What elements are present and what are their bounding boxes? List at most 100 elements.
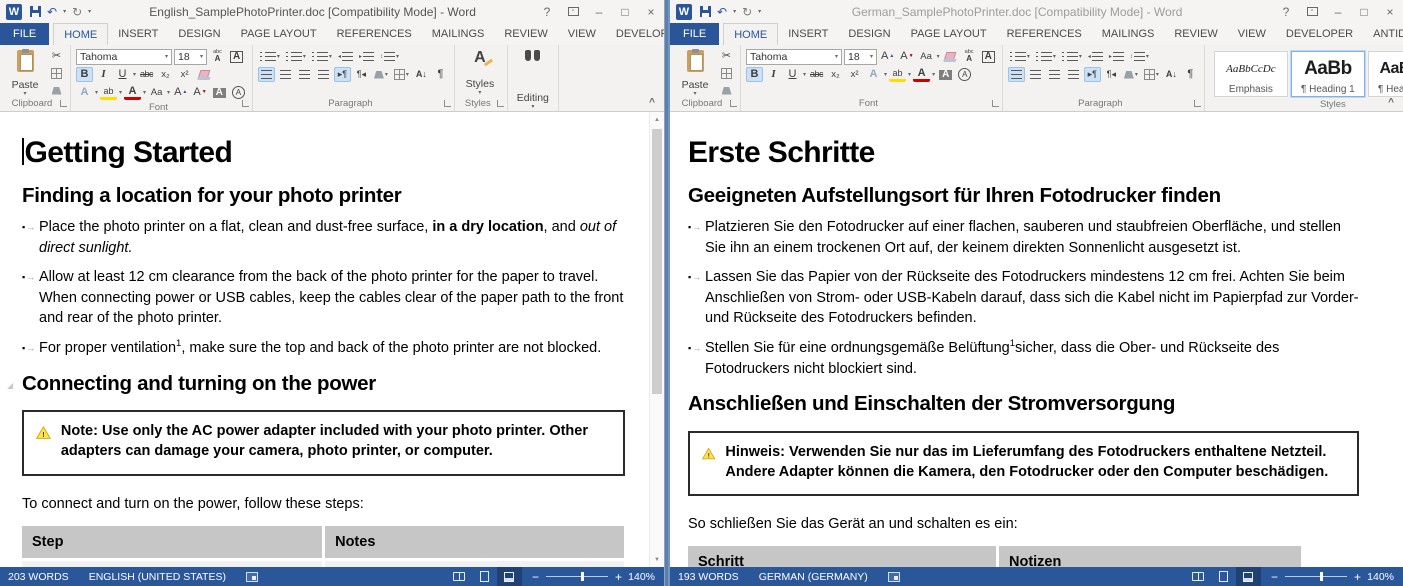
bold-button[interactable]: B — [76, 67, 93, 82]
shrink-font-button[interactable]: A▼ — [898, 49, 915, 64]
language-indicator[interactable]: ENGLISH (UNITED STATES) — [89, 571, 246, 583]
highlight-dropdown-icon[interactable]: ▾ — [908, 72, 911, 78]
font-color-dropdown-icon[interactable]: ▾ — [143, 90, 146, 96]
text-effects-dropdown-icon[interactable]: ▾ — [95, 90, 98, 96]
minimize-button[interactable]: – — [586, 1, 612, 23]
collapse-ribbon-button[interactable]: ^ — [649, 97, 655, 108]
font-dialog-launcher[interactable] — [992, 100, 999, 107]
highlight-dropdown-icon[interactable]: ▾ — [119, 90, 122, 96]
font-size-select[interactable]: 18▾ — [174, 49, 207, 65]
tab-home[interactable]: HOME — [723, 23, 778, 45]
repeat-button[interactable]: ↻ — [72, 6, 82, 18]
change-case-dropdown-icon[interactable]: ▾ — [937, 54, 940, 60]
change-case-dropdown-icon[interactable]: ▾ — [167, 90, 170, 96]
underline-button[interactable]: U — [784, 67, 801, 82]
tab-review[interactable]: REVIEW — [1164, 23, 1227, 45]
undo-dropdown-icon[interactable]: ▾ — [63, 9, 66, 15]
editing-button[interactable]: Editing▾ — [513, 48, 553, 111]
bullet-list-button[interactable]: ▾ — [1008, 49, 1032, 64]
text-effects-dropdown-icon[interactable]: ▾ — [884, 72, 887, 78]
zoom-out-button[interactable]: − — [532, 571, 539, 583]
zoom-slider[interactable] — [546, 576, 608, 577]
document-canvas-english[interactable]: Getting Started Finding a location for y… — [0, 112, 664, 567]
customize-qat-icon[interactable]: ▾ — [88, 9, 91, 15]
tab-view[interactable]: VIEW — [1228, 23, 1276, 45]
align-left-button[interactable] — [258, 67, 275, 82]
tab-references[interactable]: REFERENCES — [327, 23, 422, 45]
italic-button[interactable]: I — [95, 67, 112, 82]
tab-insert[interactable]: INSERT — [778, 23, 838, 45]
italic-button[interactable]: I — [765, 67, 782, 82]
tab-insert[interactable]: INSERT — [108, 23, 168, 45]
help-button[interactable]: ? — [534, 1, 560, 23]
maximize-button[interactable]: □ — [612, 1, 638, 23]
close-button[interactable]: × — [638, 1, 664, 23]
font-name-select[interactable]: Tahoma▾ — [746, 49, 842, 65]
text-effects-button[interactable]: A — [865, 67, 882, 82]
font-dialog-launcher[interactable] — [242, 100, 249, 107]
tab-design[interactable]: DESIGN — [838, 23, 900, 45]
multilevel-list-button[interactable]: ▾ — [1060, 49, 1084, 64]
grow-font-button[interactable]: A▲ — [172, 85, 189, 100]
character-shading-button[interactable]: A — [937, 67, 954, 82]
zoom-slider[interactable] — [1285, 576, 1347, 577]
tab-developer[interactable]: DEVELOPER — [606, 23, 665, 45]
web-layout-button[interactable] — [1236, 567, 1261, 586]
grow-font-button[interactable]: A▲ — [879, 49, 896, 64]
increase-indent-button[interactable]: ▸ — [1107, 49, 1126, 64]
zoom-out-button[interactable]: − — [1271, 571, 1278, 583]
align-center-button[interactable] — [1027, 67, 1044, 82]
character-shading-button[interactable]: A — [211, 85, 228, 100]
copy-button[interactable] — [48, 66, 65, 81]
font-size-select[interactable]: 18▾ — [844, 49, 877, 65]
paragraph-dialog-launcher[interactable] — [444, 100, 451, 107]
maximize-button[interactable]: □ — [1351, 1, 1377, 23]
change-case-button[interactable]: Aa — [918, 49, 935, 64]
clear-formatting-button[interactable] — [195, 67, 212, 82]
print-layout-button[interactable] — [1211, 567, 1236, 586]
tab-developer[interactable]: DEVELOPER — [1276, 23, 1363, 45]
multilevel-list-button[interactable]: ▾ — [310, 49, 334, 64]
decrease-indent-button[interactable]: ◂ — [1086, 49, 1105, 64]
sort-button[interactable]: A↓ — [1163, 67, 1180, 82]
web-layout-button[interactable] — [497, 567, 522, 586]
heading-collapse-icon[interactable]: ◢ — [7, 381, 13, 391]
close-button[interactable]: × — [1377, 1, 1403, 23]
document-canvas-german[interactable]: Erste Schritte Geeigneten Aufstellungsor… — [670, 112, 1403, 567]
character-border-button[interactable]: A — [980, 49, 997, 64]
tab-antidote[interactable]: ANTIDOTE — [1363, 23, 1403, 45]
text-effects-button[interactable]: A — [76, 85, 93, 100]
cut-button[interactable]: ✂ — [48, 49, 65, 64]
underline-button[interactable]: U — [114, 67, 131, 82]
font-color-button[interactable]: A — [913, 67, 930, 82]
format-painter-button[interactable] — [718, 83, 735, 98]
collapse-ribbon-button[interactable]: ^ — [1388, 97, 1394, 108]
highlight-button[interactable]: ab — [889, 67, 906, 82]
vertical-scrollbar[interactable]: ▲ ▼ — [649, 112, 664, 567]
word-count[interactable]: 193 WORDS — [678, 571, 759, 583]
zoom-slider-thumb[interactable] — [1320, 572, 1323, 581]
show-formatting-marks-button[interactable]: ¶ — [432, 67, 449, 82]
zoom-in-button[interactable]: + — [1354, 571, 1361, 583]
borders-button[interactable]: ▾ — [392, 67, 411, 82]
left-to-right-button[interactable]: ▸¶ — [334, 67, 351, 82]
word-app-icon[interactable]: W — [676, 4, 692, 20]
word-app-icon[interactable]: W — [6, 4, 22, 20]
style-heading-2[interactable]: AaBbC ¶ Heading 2 — [1368, 51, 1403, 97]
undo-dropdown-icon[interactable]: ▾ — [733, 9, 736, 15]
customize-qat-icon[interactable]: ▾ — [758, 9, 761, 15]
styles-button[interactable]: A Styles▾ — [460, 48, 500, 97]
tab-design[interactable]: DESIGN — [168, 23, 230, 45]
paste-button[interactable]: Paste▾ — [5, 48, 45, 98]
tab-home[interactable]: HOME — [53, 23, 108, 45]
ribbon-display-options-button[interactable]: ^ — [1299, 1, 1325, 23]
change-case-button[interactable]: Aa — [148, 85, 165, 100]
zoom-in-button[interactable]: + — [615, 571, 622, 583]
underline-dropdown-icon[interactable]: ▾ — [133, 72, 136, 78]
borders-button[interactable]: ▾ — [1142, 67, 1161, 82]
align-center-button[interactable] — [277, 67, 294, 82]
zoom-slider-thumb[interactable] — [581, 572, 584, 581]
decrease-indent-button[interactable]: ◂ — [336, 49, 355, 64]
minimize-button[interactable]: – — [1325, 1, 1351, 23]
paragraph-dialog-launcher[interactable] — [1194, 100, 1201, 107]
